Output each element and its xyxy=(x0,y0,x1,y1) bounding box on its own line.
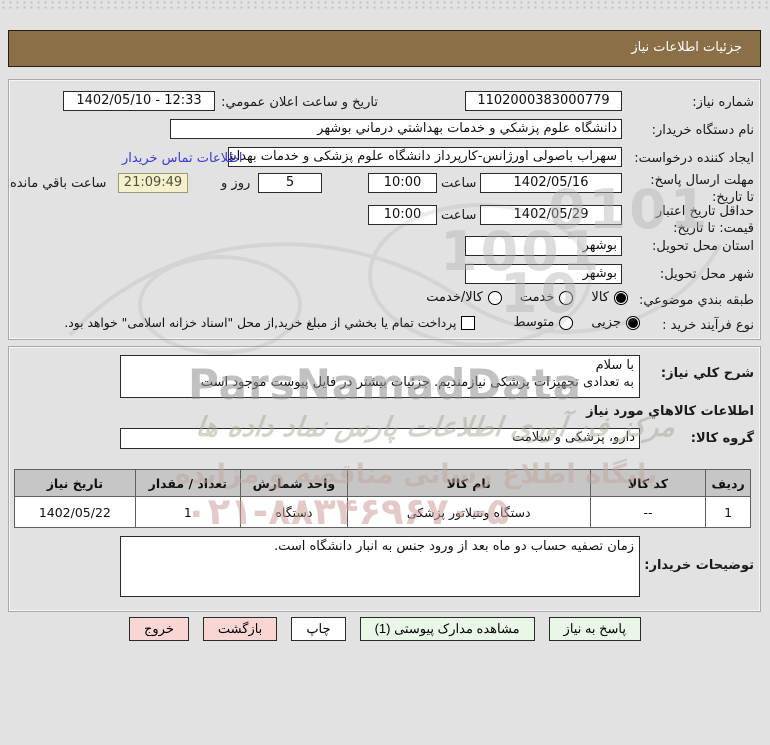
goods-group-label: گروه کالا: xyxy=(690,431,754,446)
option-label: کالا xyxy=(591,290,609,305)
option-label: خدمت xyxy=(519,290,555,305)
page-title: جزئيات اطلاعات نياز xyxy=(631,40,742,55)
option-label: کالا/خدمت xyxy=(426,290,483,305)
table-row: 1 -- دستگاه ونتیلاتور پزشکی دستگاه 1 1402/05/… xyxy=(14,496,751,528)
option-label: جزیی xyxy=(591,315,621,330)
province-input[interactable]: بوشهر xyxy=(465,236,622,256)
radio-option: متوسط xyxy=(513,315,574,330)
page-title-bar: جزئيات اطلاعات نياز xyxy=(8,30,761,67)
requester-label: ايجاد كننده درخواست: xyxy=(634,151,754,166)
table-header-cell: واحد شمارش xyxy=(240,469,348,497)
remaining-label: ساعت باقي مانده xyxy=(10,176,107,191)
contact-link[interactable]: اطلاعات تماس خريدار xyxy=(122,151,242,166)
treasury-checkbox[interactable] xyxy=(461,315,476,330)
deadline-hour-label: ساعت xyxy=(441,176,477,191)
description-label: شرح كلي نياز: xyxy=(660,366,754,381)
deadline-time-input[interactable]: 10:00 xyxy=(368,173,437,193)
option-label: متوسط xyxy=(513,315,555,330)
deadline-date-input[interactable]: 1402/05/16 xyxy=(480,173,622,193)
back-button[interactable]: بازگشت xyxy=(202,617,278,641)
treasury-label: پرداخت تمام يا بخشي از مبلغ خريد,از محل … xyxy=(64,315,457,330)
validity-label: حداقل تاريخ اعتبار قيمت: تا تاريخ: xyxy=(655,204,754,236)
validity-time-input[interactable]: 10:00 xyxy=(368,205,437,225)
exit-button[interactable]: خروج xyxy=(129,617,189,641)
respond-button[interactable]: پاسخ به نياز xyxy=(548,617,642,641)
table-header-cell: تعداد / مقدار xyxy=(134,469,242,497)
category-label: طبقه بندي موضوعي: xyxy=(638,293,754,308)
announce-datetime-input[interactable]: 1402/05/10 - 12:33 xyxy=(63,91,215,111)
process-radio-group: جزیی متوسط پرداخت تمام يا بخشي از مبلغ خر… xyxy=(64,315,640,330)
category-radio-group: کالا خدمت کالا/خدمت xyxy=(426,290,628,305)
button-row: پاسخ به نياز مشاهده مدارک پیوستی (1) چاپ… xyxy=(0,617,770,641)
days-input[interactable]: 5 xyxy=(258,173,322,193)
days-label: روز و xyxy=(221,176,251,191)
radio-unselected[interactable] xyxy=(487,290,502,305)
buyer-org-label: نام دستگاه خريدار: xyxy=(651,123,754,138)
items-table: رديف كد كالا نام كالا واحد شمارش تعداد / مقد… xyxy=(14,469,751,528)
announce-datetime-label: تاريخ و ساعت اعلان عمومي: xyxy=(221,95,378,110)
table-header-cell: كد كالا xyxy=(589,469,707,497)
table-cell: -- xyxy=(589,496,707,528)
goods-group-input[interactable]: دارو، پزشکی و سلامت xyxy=(120,428,640,449)
table-header-cell: رديف xyxy=(705,469,751,497)
validity-date-input[interactable]: 1402/05/29 xyxy=(480,205,622,225)
buyer-notes-label: توضيحات خريدار: xyxy=(644,558,754,573)
table-cell: 1402/05/22 xyxy=(14,496,136,528)
table-cell: دستگاه xyxy=(240,496,348,528)
table-cell: 1 xyxy=(134,496,242,528)
process-label: نوع فرآيند خريد : xyxy=(662,318,754,333)
radio-option: کالا/خدمت xyxy=(426,290,502,305)
city-input[interactable]: بوشهر xyxy=(465,264,622,284)
treasury-option: پرداخت تمام يا بخشي از مبلغ خريد,از محل … xyxy=(64,315,476,330)
radio-selected[interactable] xyxy=(626,315,640,330)
radio-option: کالا xyxy=(591,290,628,305)
validity-hour-label: ساعت xyxy=(441,208,477,223)
remaining-time-field: 21:09:49 xyxy=(118,173,188,193)
need-number-label: شماره نياز: xyxy=(692,95,754,110)
requester-input[interactable]: سهراب باصولی اورژانس-کارپرداز دانشگاه عل… xyxy=(228,147,622,167)
table-header-cell: نام كالا xyxy=(346,469,591,497)
description-textarea[interactable]: با سلام به تعدادی تجهیزات پزشکی نیازمندی… xyxy=(120,355,640,398)
city-label: شهر محل تحويل: xyxy=(659,267,754,282)
page: جزئيات اطلاعات نياز شماره نياز: 11020003… xyxy=(0,0,770,745)
view-docs-button[interactable]: مشاهده مدارک پیوستی (1) xyxy=(359,617,535,641)
deadline-label: مهلت ارسال پاسخ: تا تاريخ: xyxy=(650,173,754,205)
radio-option: خدمت xyxy=(520,290,574,305)
items-section-header: اطلاعات كالاهاي مورد نياز xyxy=(586,404,754,419)
print-button[interactable]: چاپ xyxy=(291,617,346,641)
buyer-org-input[interactable]: دانشگاه علوم پزشكي و خدمات بهداشتي درمان… xyxy=(170,119,622,139)
table-header-cell: تاريخ نياز xyxy=(14,469,136,497)
radio-selected[interactable] xyxy=(614,290,628,305)
table-cell: دستگاه ونتیلاتور پزشکی xyxy=(346,496,591,528)
province-label: استان محل تحويل: xyxy=(652,239,754,254)
top-dotted-strip xyxy=(0,0,770,9)
radio-unselected[interactable] xyxy=(559,290,574,305)
radio-option: جزیی xyxy=(591,315,640,330)
table-cell: 1 xyxy=(705,496,751,528)
radio-unselected[interactable] xyxy=(559,315,574,330)
buyer-notes-textarea[interactable]: زمان تصفیه حساب دو ماه بعد از ورود جنس ب… xyxy=(120,536,640,597)
need-number-input[interactable]: 1102000383000779 xyxy=(465,91,622,111)
